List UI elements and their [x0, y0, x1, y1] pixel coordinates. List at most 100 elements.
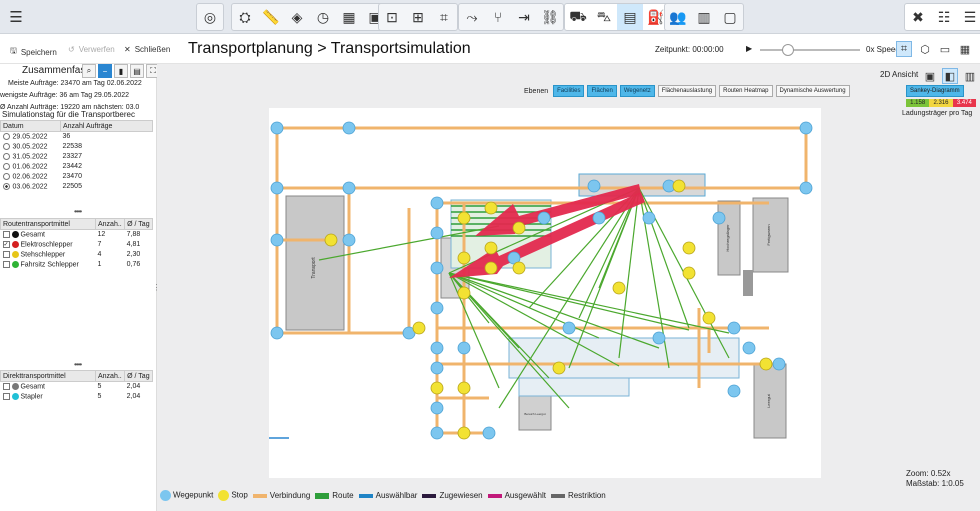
radio-button[interactable]	[2, 162, 10, 170]
route-view-icon[interactable]: ⌗	[896, 41, 912, 57]
waypoint-swatch	[160, 490, 171, 501]
checkbox[interactable]	[2, 231, 10, 239]
table-row[interactable]: ✓ Elektroschlepper 7 4,81	[1, 240, 153, 250]
people-icon[interactable]: 👥	[665, 4, 691, 30]
legend-item-stop: Stop	[218, 490, 248, 501]
radio-button[interactable]	[2, 172, 10, 180]
cube-icon[interactable]: ⬡	[917, 41, 933, 57]
image-icon[interactable]: ▭	[937, 41, 953, 57]
resize-handle[interactable]: ••••	[74, 360, 82, 369]
breadcrumb-root[interactable]: Transportplanung	[188, 40, 313, 57]
checkbox[interactable]	[2, 260, 10, 268]
hamburger-icon[interactable]: ☰	[8, 4, 24, 30]
table-row[interactable]: 29.05.2022 36	[1, 132, 153, 142]
calendar-icon[interactable]: ▦	[336, 4, 362, 30]
ruler-icon[interactable]: 📏	[258, 4, 284, 30]
sankey-toggle[interactable]: Sankey-Diagramm	[906, 85, 964, 97]
radio-button-selected[interactable]	[2, 182, 10, 190]
speed-slider-knob[interactable]	[782, 44, 794, 56]
merge-icon[interactable]: ⇥	[511, 4, 537, 30]
summary-title: Zusammenfas	[22, 65, 86, 76]
collapse-icon[interactable]: −	[98, 64, 112, 78]
table-row[interactable]: Gesamt 12 7,88	[1, 230, 153, 240]
area-leergut-label: Leergut	[766, 393, 771, 407]
table-row[interactable]: 02.06.2022 23470	[1, 172, 153, 182]
bar-chart-icon[interactable]: ▮	[114, 64, 128, 78]
layer-flaechen[interactable]: Flächen	[587, 85, 617, 97]
table-row[interactable]: 31.05.2022 23327	[1, 152, 153, 162]
radar-icon[interactable]: ◎	[197, 4, 223, 30]
table-row[interactable]: Stehschlepper 4 2,30	[1, 250, 153, 260]
grid-icon[interactable]: ⊞	[405, 4, 431, 30]
panel-right-icon[interactable]: ▥	[962, 68, 978, 84]
route-icon[interactable]: ⤳	[459, 4, 485, 30]
layout-icon[interactable]: ▣	[922, 68, 938, 84]
page-title: Transportsimulation	[330, 40, 471, 57]
radio-button[interactable]	[2, 142, 10, 150]
col-avg[interactable]: Ø / Tag	[124, 370, 153, 382]
vehicle-avg: 0,76	[126, 261, 141, 268]
checkbox[interactable]	[2, 383, 10, 391]
close-button[interactable]: ✕ Schließen	[124, 45, 170, 54]
truck-settings-icon[interactable]: ⛭	[232, 4, 258, 30]
checkbox-checked[interactable]: ✓	[2, 240, 10, 248]
col-route-vehicle[interactable]: Routentransportmittel	[0, 218, 96, 230]
restriction-swatch	[550, 493, 565, 498]
speed-slider[interactable]	[760, 44, 860, 56]
area-rack-zone-2[interactable]	[518, 377, 630, 397]
table-row[interactable]: 30.05.2022 22538	[1, 142, 153, 152]
col-count[interactable]: Anzah..	[94, 370, 126, 382]
layer-routen-heatmap[interactable]: Routen Heatmap	[719, 85, 773, 97]
table-row[interactable]: Fahrsitz Schlepper 1 0,76	[1, 260, 153, 270]
branch-icon[interactable]: ⑂	[485, 4, 511, 30]
checkbox[interactable]	[2, 392, 10, 400]
chart-grid-icon[interactable]: ▤	[617, 4, 643, 30]
chart-icon[interactable]: ▦	[957, 41, 973, 57]
discard-button[interactable]: ↺ Verwerfen	[68, 45, 115, 54]
col-direct-vehicle[interactable]: Direkttransportmittel	[0, 370, 96, 382]
play-icon[interactable]: ▶	[746, 44, 752, 53]
checkbox[interactable]	[2, 250, 10, 258]
crop-icon[interactable]: ⌗	[431, 4, 457, 30]
shapes-icon[interactable]: ◈	[284, 4, 310, 30]
colorbar-caption: Ladungsträger pro Tag	[902, 110, 973, 117]
box-icon[interactable]: ▢	[717, 4, 743, 30]
resize-handle[interactable]: ••••	[74, 207, 82, 216]
radio-button[interactable]	[2, 133, 10, 141]
time-label: Zeitpunkt:	[655, 45, 691, 54]
col-date[interactable]: Datum	[0, 120, 61, 132]
legend-item-restriktion: Restriktion	[550, 491, 606, 500]
stack-icon[interactable]: ▥	[691, 4, 717, 30]
link-icon[interactable]: ⛓	[537, 4, 563, 30]
table-row[interactable]: Gesamt 5 2,04	[1, 382, 153, 392]
connection-swatch	[252, 493, 267, 498]
day-date: 29.05.2022	[12, 133, 48, 141]
save-button[interactable]: 🖫 Speichern	[10, 45, 57, 59]
table-row[interactable]: 03.06.2022 22505	[1, 182, 153, 192]
layer-wegenetz[interactable]: Wegenetz	[619, 85, 655, 97]
frame-icon[interactable]: ⊡	[379, 4, 405, 30]
forklift-icon[interactable]: ⛍	[591, 4, 617, 30]
sliders-icon[interactable]: ☷	[931, 4, 957, 30]
legend: Wegepunkt Stop Verbindung Route Auswählb…	[160, 490, 606, 501]
layer-flaechenauslastung[interactable]: Flächenauslastung	[657, 85, 717, 97]
radio-button[interactable]	[2, 152, 10, 160]
conveyor-icon[interactable]: ⛟	[565, 4, 591, 30]
summary-least: wenigste Aufträge: 36 am Tag 29.05.2022	[0, 92, 130, 99]
col-avg[interactable]: Ø / Tag	[124, 218, 153, 230]
col-count[interactable]: Anzah..	[94, 218, 126, 230]
panel-icon[interactable]: ◧	[942, 68, 958, 84]
table-icon[interactable]: ▤	[130, 64, 144, 78]
clock-icon[interactable]: ◷	[310, 4, 336, 30]
col-orders[interactable]: Anzahl Aufträge	[60, 120, 153, 132]
layer-facilities[interactable]: Facilities	[553, 85, 585, 97]
table-row[interactable]: 01.06.2022 23442	[1, 162, 153, 172]
list-icon[interactable]: ☰	[957, 4, 980, 30]
alert-icon[interactable]: ✖	[905, 4, 931, 30]
day-count: 23470	[62, 173, 82, 180]
colorbar: 1.158 2.316 3.474	[906, 99, 976, 107]
zoom-icon[interactable]: ⌕	[82, 64, 96, 78]
layer-dynamische-auswertung[interactable]: Dynamische Auswertung	[775, 85, 850, 97]
table-row[interactable]: Stapler 5 2,04	[1, 392, 153, 402]
floor-plan[interactable]: Transport Hochregallager Fertigwaren Lee…	[269, 108, 821, 478]
